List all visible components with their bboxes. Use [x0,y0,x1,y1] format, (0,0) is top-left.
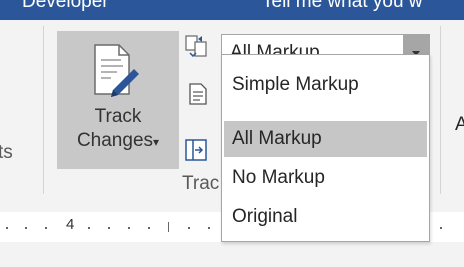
ruler-tick [108,227,110,229]
group-separator [43,26,44,194]
ruler-tick [25,227,27,229]
next-group-label-fragment: A [455,114,464,135]
track-changes-label-line1: Track [94,106,142,127]
track-changes-button[interactable]: Track Changes▾ [57,31,179,169]
ruler-number: 4 [66,216,75,233]
ruler-tick [6,227,8,229]
ruler-tick [45,227,47,229]
title-bar: Developer Tell me what you w [0,0,464,20]
tracking-group-label-fragment: Trac [182,173,220,194]
menu-item-all-markup[interactable]: All Markup [224,121,427,157]
menu-item-no-markup[interactable]: No Markup [224,160,427,196]
show-markup-icon[interactable] [187,83,209,105]
reviewing-pane-icon[interactable] [185,139,207,161]
ruler-tick [128,227,130,229]
ruler-tick [440,227,442,229]
previous-group-label-fragment: ts [0,142,13,163]
ruler-tick [208,227,210,229]
title-bar-search-fragment[interactable]: Tell me what you w [262,0,423,13]
group-separator [440,26,441,194]
display-for-review-icon[interactable] [185,35,207,57]
track-changes-label-line2: Changes▾ [57,130,179,152]
ruler-tick [88,227,90,229]
ruler-tick [148,227,150,229]
menu-item-original[interactable]: Original [224,199,427,235]
markup-options-menu: Simple Markup All Markup No Markup Origi… [221,54,430,242]
chevron-down-icon: ▾ [153,135,160,149]
ruler-tick [188,227,190,229]
title-bar-tab-fragment: Developer [22,0,109,12]
track-changes-label-text: Changes [76,130,154,151]
track-changes-pencil-icon [94,44,139,97]
ruler-tick [168,222,169,232]
menu-item-simple-markup[interactable]: Simple Markup [224,67,427,103]
